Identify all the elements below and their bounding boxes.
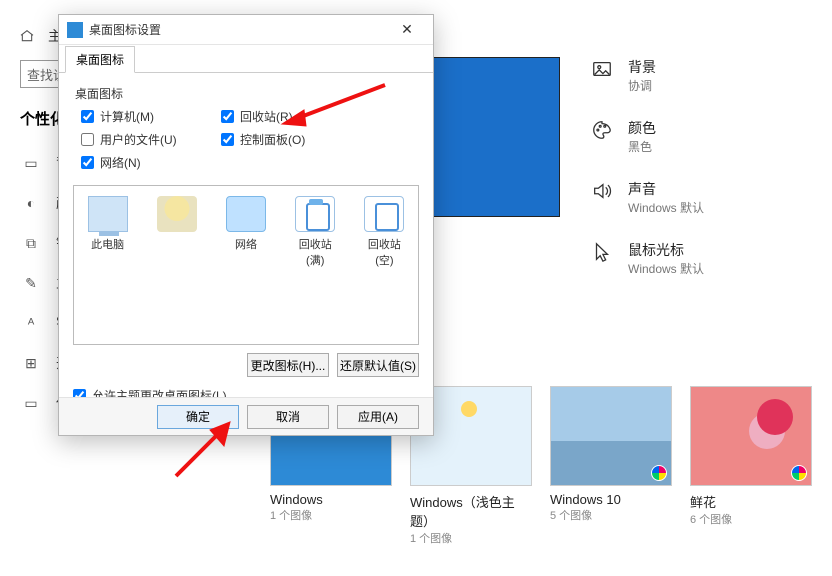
- home-icon: [18, 27, 36, 45]
- theme-name: 鲜花: [690, 492, 812, 511]
- cancel-button[interactable]: 取消: [247, 405, 329, 429]
- nav-icon: ◐: [22, 195, 40, 211]
- dialog-footer: 确定 取消 应用(A): [59, 397, 433, 435]
- nav-icon: ✎: [22, 275, 40, 292]
- check-recycle[interactable]: 回收站(R): [221, 108, 361, 125]
- icon-network[interactable]: 网络: [220, 196, 271, 252]
- dialog-titlebar[interactable]: 桌面图标设置 ✕: [59, 15, 433, 45]
- sound-icon: [590, 179, 614, 203]
- nav-icon: ⧉: [22, 235, 40, 252]
- theme-name: Windows 10: [550, 492, 672, 507]
- multi-image-badge-icon: [791, 465, 807, 481]
- check-user-docs[interactable]: 用户的文件(U): [81, 131, 221, 148]
- check-computer[interactable]: 计算机(M): [81, 108, 221, 125]
- dialog-tabstrip: 桌面图标: [59, 45, 433, 73]
- icon-recycle-full[interactable]: 回收站(满): [290, 196, 341, 268]
- dialog-title: 桌面图标设置: [89, 21, 389, 38]
- icon-recycle-empty[interactable]: 回收站(空): [359, 196, 410, 268]
- tab-desktop-icons[interactable]: 桌面图标: [65, 46, 135, 73]
- cursor-icon: [590, 240, 614, 264]
- multi-image-badge-icon: [651, 465, 667, 481]
- apply-button[interactable]: 应用(A): [337, 405, 419, 429]
- picture-icon: [590, 57, 614, 81]
- theme-thumb: [550, 386, 672, 486]
- option-cursor[interactable]: 鼠标光标Windows 默认: [590, 240, 704, 277]
- nav-icon: ᴬ: [22, 315, 40, 331]
- desktop-icon-settings-dialog: 桌面图标设置 ✕ 桌面图标 桌面图标 计算机(M) 回收站(R) 用户的文件(U…: [58, 14, 434, 436]
- check-control-panel[interactable]: 控制面板(O): [221, 131, 361, 148]
- theme-image-count: 6 个图像: [690, 511, 812, 527]
- ok-button[interactable]: 确定: [157, 405, 239, 429]
- option-color[interactable]: 颜色黑色: [590, 118, 704, 155]
- palette-icon: [590, 118, 614, 142]
- nav-icon: ▭: [22, 155, 40, 172]
- theme-image-count: 1 个图像: [410, 530, 532, 546]
- theme-name: Windows: [270, 492, 392, 507]
- theme-name: Windows（浅色主题）: [410, 492, 532, 530]
- restore-defaults-button[interactable]: 还原默认值(S): [337, 353, 419, 377]
- group-label: 桌面图标: [75, 85, 419, 102]
- theme-image-count: 5 个图像: [550, 507, 672, 523]
- option-background[interactable]: 背景协调: [590, 57, 704, 94]
- icon-this-pc[interactable]: 此电脑: [82, 196, 133, 252]
- theme-image-count: 1 个图像: [270, 507, 392, 523]
- icon-preview-box: 此电脑 网络 回收站(满) 回收站(空): [73, 185, 419, 345]
- icon-user[interactable]: [151, 196, 202, 248]
- theme-card-w10[interactable]: Windows 105 个图像: [550, 386, 672, 546]
- dialog-app-icon: [67, 22, 83, 38]
- change-icon-button[interactable]: 更改图标(H)...: [247, 353, 329, 377]
- nav-icon: ▭: [22, 395, 40, 412]
- theme-card-flower[interactable]: 鲜花6 个图像: [690, 386, 812, 546]
- option-sound[interactable]: 声音Windows 默认: [590, 179, 704, 216]
- nav-icon: ⊞: [22, 355, 40, 372]
- theme-options: 背景协调 颜色黑色 声音Windows 默认 鼠标光标Windows 默认: [590, 57, 704, 277]
- check-network[interactable]: 网络(N): [81, 154, 221, 171]
- theme-thumb: [690, 386, 812, 486]
- close-button[interactable]: ✕: [389, 16, 425, 44]
